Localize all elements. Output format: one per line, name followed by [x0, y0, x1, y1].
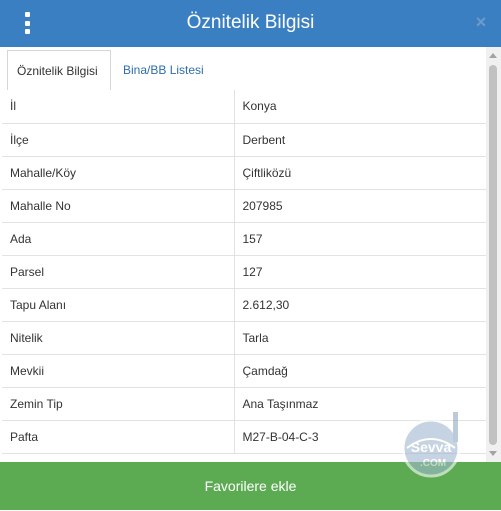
table-row: İl Konya	[2, 90, 486, 124]
attribute-value-cell: Ana Taşınmaz	[234, 387, 486, 421]
attribute-key-cell: Tapu Alanı	[2, 288, 235, 322]
dialog-header: Öznitelik Bilgisi ×	[0, 0, 501, 47]
table-row: Ada 157	[2, 222, 486, 256]
attribute-value-cell: Çamdağ	[234, 354, 486, 388]
attribute-value-cell: 127	[234, 255, 486, 289]
attribute-key-cell: İlçe	[2, 123, 235, 157]
add-to-favorites-button[interactable]: Favorilere ekle	[0, 462, 501, 510]
table-row: Mahalle/Köy Çiftliközü	[2, 156, 486, 190]
attribute-value-cell: 207985	[234, 189, 486, 223]
table-row: Zemin Tip Ana Taşınmaz	[2, 387, 486, 421]
attribute-key-cell: Nitelik	[2, 321, 235, 355]
attribute-key-cell: Parsel	[2, 255, 235, 289]
table-row: Tapu Alanı 2.612,30	[2, 288, 486, 322]
attribute-value-cell: 2.612,30	[234, 288, 486, 322]
attribute-key-cell: Mahalle/Köy	[2, 156, 235, 190]
attribute-value-cell: Derbent	[234, 123, 486, 157]
table-row: Parsel 127	[2, 255, 486, 289]
attribute-value-cell: Çiftliközü	[234, 156, 486, 190]
table-row: Mevkii Çamdağ	[2, 354, 486, 388]
tab-bar: Öznitelik Bilgisi Bina/BB Listesi	[2, 47, 486, 91]
attribute-key-cell: İl	[2, 90, 235, 124]
attribute-value-cell: M27-B-04-C-3	[234, 420, 486, 454]
attribute-key-cell: Mevkii	[2, 354, 235, 388]
dialog-title: Öznitelik Bilgisi	[186, 12, 315, 33]
attribute-table-container: İl Konya İlçe Derbent Mahalle/Köy Çiftliközü M…	[2, 90, 486, 462]
attribute-value-cell: 157	[234, 222, 486, 256]
scroll-down-arrow-icon[interactable]	[489, 451, 497, 456]
attribute-key-cell: Zemin Tip	[2, 387, 235, 421]
attribute-key-cell: Pafta	[2, 420, 235, 454]
tab-building-list[interactable]: Bina/BB Listesi	[114, 50, 213, 89]
table-row: Mahalle No 207985	[2, 189, 486, 223]
attribute-table: İl Konya İlçe Derbent Mahalle/Köy Çiftliközü M…	[2, 90, 486, 454]
vertical-scrollbar[interactable]	[486, 47, 501, 462]
attribute-value-cell: Konya	[234, 90, 486, 124]
tab-attribute-info[interactable]: Öznitelik Bilgisi	[7, 50, 111, 91]
close-icon[interactable]: ×	[473, 13, 489, 31]
attribute-key-cell: Ada	[2, 222, 235, 256]
scrollbar-thumb[interactable]	[489, 65, 497, 445]
table-row: Pafta M27-B-04-C-3	[2, 420, 486, 454]
table-row: İlçe Derbent	[2, 123, 486, 157]
attribute-value-cell: Tarla	[234, 321, 486, 355]
attribute-key-cell: Mahalle No	[2, 189, 235, 223]
scroll-up-arrow-icon[interactable]	[489, 53, 497, 58]
table-row: Nitelik Tarla	[2, 321, 486, 355]
